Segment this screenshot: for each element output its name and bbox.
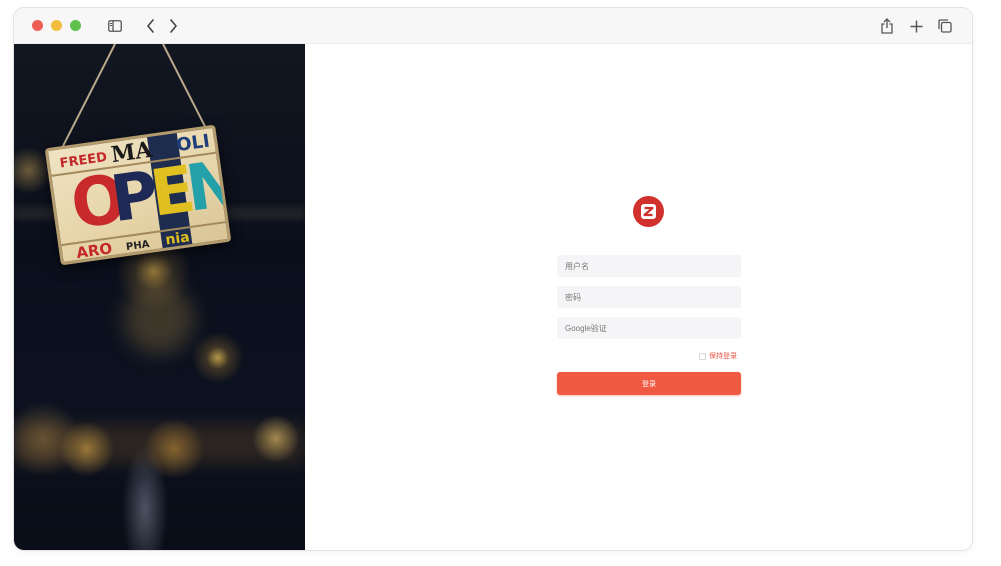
close-window-button[interactable]: [32, 20, 43, 31]
minimize-window-button[interactable]: [51, 20, 62, 31]
sign-text-aro: ARO: [75, 239, 114, 263]
sign-rope-left: [59, 44, 116, 152]
google-auth-input[interactable]: Google验证: [557, 317, 741, 339]
chevron-left-icon[interactable]: [142, 17, 160, 35]
browser-titlebar: [14, 8, 972, 44]
z-logo-icon: [641, 204, 656, 219]
photo-background-glow: [14, 424, 305, 464]
chevron-right-icon[interactable]: [164, 17, 182, 35]
remember-me-label: 保持登录: [709, 353, 737, 360]
remember-me[interactable]: 保持登录: [699, 351, 737, 361]
username-placeholder: 用户名: [565, 261, 589, 271]
open-sign-photo: FREED MA OLI O P E N ARO PHA nia: [14, 44, 305, 550]
sign-text-pha: PHA: [125, 238, 151, 254]
sign-text-nia: nia: [164, 229, 191, 249]
brand-logo: [633, 196, 664, 227]
remember-me-checkbox[interactable]: [699, 352, 706, 360]
sign-letter-n: N: [181, 146, 232, 227]
share-icon[interactable]: [878, 17, 896, 35]
page-content: FREED MA OLI O P E N ARO PHA nia 用户名 密码 …: [14, 44, 972, 550]
browser-window: FREED MA OLI O P E N ARO PHA nia 用户名 密码 …: [14, 8, 972, 550]
tabs-overview-icon[interactable]: [936, 17, 954, 35]
photo-bokeh-light: [124, 284, 194, 354]
plus-icon[interactable]: [907, 17, 925, 35]
google-auth-placeholder: Google验证: [565, 323, 607, 333]
login-button[interactable]: 登录: [557, 372, 741, 395]
sidebar-icon[interactable]: [106, 17, 124, 35]
username-input[interactable]: 用户名: [557, 255, 741, 277]
login-panel: 用户名 密码 Google验证 保持登录 登录: [305, 44, 972, 550]
open-sign: FREED MA OLI O P E N ARO PHA nia: [44, 124, 232, 266]
password-input[interactable]: 密码: [557, 286, 741, 308]
maximize-window-button[interactable]: [70, 20, 81, 31]
password-placeholder: 密码: [565, 292, 581, 302]
login-button-label: 登录: [642, 380, 656, 388]
